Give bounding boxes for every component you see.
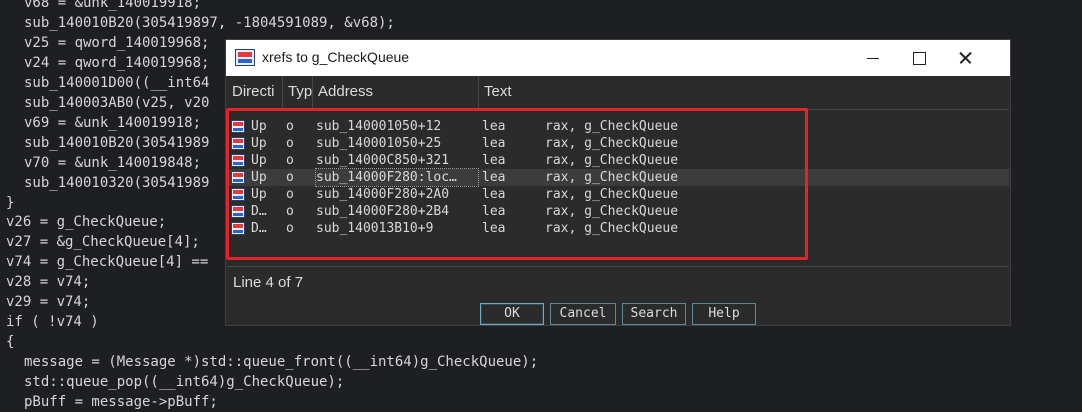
code-line[interactable]: sub_140010320(30541989 — [6, 173, 209, 193]
code-line-text: } — [6, 195, 15, 211]
code-line[interactable]: sub_140001D00((__int64 — [6, 73, 209, 93]
minimize-icon[interactable] — [850, 40, 896, 76]
code-line[interactable]: v68 = &unk_140019918; — [6, 0, 201, 13]
code-line[interactable]: v28 = v74; — [6, 272, 90, 292]
column-header-address[interactable]: Address — [313, 76, 479, 110]
code-line[interactable]: v70 = &unk_140019848; — [6, 153, 201, 173]
xrefs-table-header: Directi Typ Address Text — [227, 76, 1009, 110]
code-line[interactable]: v27 = &g_CheckQueue[4]; — [6, 232, 200, 252]
ok-button[interactable]: OK — [480, 303, 544, 325]
code-line-text: v68 = &unk_140019918; — [24, 0, 202, 11]
code-line-text: std::queue_pop((__int64)g_CheckQueue); — [24, 374, 345, 390]
code-line-text: v70 = &unk_140019848; — [24, 155, 202, 171]
code-line[interactable]: v69 = &unk_140019918; — [6, 113, 201, 133]
code-line-text: { — [6, 334, 15, 350]
code-line-text: v24 = qword_140019968; — [24, 55, 210, 71]
cancel-button[interactable]: Cancel — [550, 303, 616, 325]
code-line-text: v28 = v74; — [6, 274, 91, 290]
code-line[interactable]: v29 = v74; — [6, 292, 90, 312]
column-header-text[interactable]: Text — [479, 76, 1009, 110]
column-header-type[interactable]: Typ — [283, 76, 313, 110]
close-icon[interactable] — [942, 40, 988, 76]
code-line[interactable]: v25 = qword_140019968; — [6, 33, 209, 53]
code-line[interactable]: v74 = g_CheckQueue[4] == — [6, 252, 208, 272]
code-line-text: sub_140010B20(305419897, -1804591089, &v… — [24, 15, 395, 31]
highlight-annotation-box — [226, 108, 808, 260]
help-button[interactable]: Help — [692, 303, 756, 325]
dialog-title: xrefs to g_CheckQueue — [262, 49, 410, 65]
status-text: Line 4 of 7 — [233, 274, 304, 291]
xrefs-app-icon — [235, 49, 255, 66]
code-line[interactable]: { — [6, 332, 14, 352]
code-line[interactable]: if ( !v74 ) — [6, 312, 99, 332]
search-button[interactable]: Search — [622, 303, 686, 325]
status-bar: Line 4 of 7 — [227, 266, 1009, 296]
code-line[interactable]: sub_140010B20(305419897, -1804591089, &v… — [6, 13, 395, 33]
code-line-text: sub_140010320(30541989 — [24, 175, 210, 191]
code-line[interactable]: std::queue_pop((__int64)g_CheckQueue); — [6, 372, 344, 392]
code-line[interactable]: sub_140010B20(30541989 — [6, 133, 209, 153]
code-line[interactable]: sub_140003AB0(v25, v20 — [6, 93, 209, 113]
code-line-text: v29 = v74; — [6, 294, 91, 310]
code-line-text: v27 = &g_CheckQueue[4]; — [6, 234, 200, 250]
code-line-text: v74 = g_CheckQueue[4] == — [6, 254, 209, 270]
code-line-text: sub_140010B20(30541989 — [24, 135, 210, 151]
code-line-text: v25 = qword_140019968; — [24, 35, 210, 51]
code-line-text: message = (Message *)std::queue_front((_… — [24, 354, 539, 370]
code-line-text: v69 = &unk_140019918; — [24, 115, 202, 131]
code-line[interactable]: v26 = g_CheckQueue; — [6, 212, 166, 232]
code-line[interactable]: } — [6, 193, 14, 213]
code-line-text: pBuff = message->pBuff; — [24, 394, 218, 410]
code-line-text: sub_140003AB0(v25, v20 — [24, 95, 210, 111]
code-line[interactable]: v24 = qword_140019968; — [6, 53, 209, 73]
code-line-text: if ( !v74 ) — [6, 314, 99, 330]
dialog-titlebar[interactable]: xrefs to g_CheckQueue — [226, 40, 1010, 76]
code-line-text: v26 = g_CheckQueue; — [6, 214, 167, 230]
maximize-icon[interactable] — [896, 40, 942, 76]
code-line-text: sub_140001D00((__int64 — [24, 75, 210, 91]
code-line[interactable]: pBuff = message->pBuff; — [6, 392, 218, 412]
code-line[interactable]: message = (Message *)std::queue_front((_… — [6, 352, 538, 372]
column-header-direction[interactable]: Directi — [227, 76, 283, 110]
